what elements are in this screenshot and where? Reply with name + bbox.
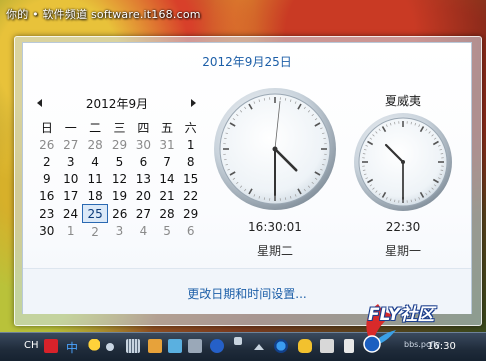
- calendar-day[interactable]: 7: [155, 153, 179, 170]
- weekday-header: 三: [107, 119, 131, 136]
- weekday-header-row: 日一二三四五六: [35, 119, 203, 136]
- calendar-day[interactable]: 21: [155, 187, 179, 205]
- weekday-header: 四: [132, 119, 156, 136]
- soft-keyboard-icon[interactable]: [126, 339, 140, 353]
- calendar-header: 2012年9月: [35, 95, 203, 113]
- calendar-day[interactable]: 28: [83, 136, 108, 153]
- calendar-day[interactable]: 15: [179, 170, 203, 187]
- tray-app-icon[interactable]: [274, 339, 288, 353]
- local-time: 16:30:01: [213, 220, 337, 234]
- calendar-day[interactable]: 27: [59, 136, 83, 153]
- month-title[interactable]: 2012年9月: [57, 95, 177, 112]
- fly-community-url: bbs.pcfly: [404, 340, 440, 349]
- calendar-day[interactable]: 29: [179, 205, 203, 223]
- skin-icon[interactable]: [148, 339, 162, 353]
- calendar-day[interactable]: 11: [83, 170, 108, 187]
- qq-icon[interactable]: [298, 339, 312, 353]
- previous-month-icon[interactable]: [35, 97, 45, 109]
- settings-icon[interactable]: [188, 339, 202, 353]
- weekday-header: 六: [179, 119, 203, 136]
- calendar-day[interactable]: 24: [59, 205, 83, 223]
- weekday-header: 一: [59, 119, 83, 136]
- calendar-week-row: 2345678: [35, 153, 203, 170]
- calendar-day[interactable]: 5: [155, 223, 179, 241]
- additional-clock-weekday: 星期一: [353, 242, 453, 259]
- calendar-day[interactable]: 2: [35, 153, 59, 170]
- calendar-day[interactable]: 18: [83, 187, 108, 205]
- calendar-day[interactable]: 6: [179, 223, 203, 241]
- calendar-day[interactable]: 19: [107, 187, 131, 205]
- calendar-day[interactable]: 22: [179, 187, 203, 205]
- calendar-grid: 日一二三四五六 26272829303112345678910111213141…: [35, 119, 203, 240]
- additional-clock-label: 夏威夷: [353, 92, 453, 109]
- calendar-day[interactable]: 16: [35, 187, 59, 205]
- calendar-week-row: 2627282930311: [35, 136, 203, 153]
- calendar-day[interactable]: 23: [35, 205, 59, 223]
- calendar-day[interactable]: 5: [107, 153, 131, 170]
- calendar-day[interactable]: 17: [59, 187, 83, 205]
- calendar-day-selected[interactable]: 25: [83, 205, 108, 223]
- calendar-day[interactable]: 30: [35, 223, 59, 241]
- weekday-header: 二: [83, 119, 108, 136]
- calendar-day[interactable]: 4: [132, 223, 156, 241]
- weekday-header: 五: [155, 119, 179, 136]
- calendar-week-row: 9101112131415: [35, 170, 203, 187]
- calendar-day[interactable]: 26: [35, 136, 59, 153]
- local-analog-clock: [213, 87, 337, 211]
- moon-icon[interactable]: [86, 339, 100, 353]
- date-time-flyout: 2012年9月25日 2012年9月 日一二三四五六 2627282930311…: [22, 42, 472, 314]
- calendar-day[interactable]: 14: [155, 170, 179, 187]
- tray-icon[interactable]: [320, 339, 334, 353]
- additional-clock-time: 22:30: [353, 220, 453, 234]
- language-indicator[interactable]: CH: [24, 340, 39, 351]
- weekday-header: 日: [35, 119, 59, 136]
- punctuation-icon[interactable]: [106, 343, 114, 351]
- calendar-day[interactable]: 12: [107, 170, 131, 187]
- calendar-day[interactable]: 2: [83, 223, 108, 241]
- calendar-day[interactable]: 13: [132, 170, 156, 187]
- calendar-day[interactable]: 29: [107, 136, 131, 153]
- long-date-link[interactable]: 2012年9月25日: [23, 53, 471, 70]
- show-hidden-icons-icon[interactable]: [254, 344, 264, 350]
- calendar-day[interactable]: 9: [35, 170, 59, 187]
- calendar-day[interactable]: 10: [59, 170, 83, 187]
- calendar-week-row: 30123456: [35, 223, 203, 241]
- restore-icon[interactable]: [234, 337, 242, 345]
- calendar: 2012年9月 日一二三四五六 262728293031123456789101…: [35, 95, 203, 240]
- calendar-day[interactable]: 20: [132, 187, 156, 205]
- fly-community-logo: FLY社区: [368, 300, 434, 325]
- ime-mode-indicator[interactable]: 中: [66, 339, 78, 356]
- action-center-icon[interactable]: [344, 339, 354, 353]
- calendar-day[interactable]: 1: [179, 136, 203, 153]
- calendar-day[interactable]: 27: [132, 205, 156, 223]
- calendar-day[interactable]: 30: [132, 136, 156, 153]
- calendar-day[interactable]: 3: [59, 153, 83, 170]
- next-month-icon[interactable]: [188, 97, 198, 109]
- calendar-day[interactable]: 4: [83, 153, 108, 170]
- calendar-day[interactable]: 28: [155, 205, 179, 223]
- calendar-day[interactable]: 6: [132, 153, 156, 170]
- calendar-day[interactable]: 26: [107, 205, 131, 223]
- site-watermark: 你的 • 软件频道 software.it168.com: [6, 6, 201, 22]
- help-icon[interactable]: [210, 339, 224, 353]
- calendar-day[interactable]: 1: [59, 223, 83, 241]
- toolbox-icon[interactable]: [168, 339, 182, 353]
- calendar-week-row: 16171819202122: [35, 187, 203, 205]
- ime-m-icon[interactable]: [44, 339, 58, 353]
- calendar-day[interactable]: 8: [179, 153, 203, 170]
- clock-center: [273, 147, 278, 152]
- calendar-day[interactable]: 3: [107, 223, 131, 241]
- additional-analog-clock: [353, 112, 453, 212]
- calendar-week-row: 23242526272829: [35, 205, 203, 223]
- local-weekday: 星期二: [213, 242, 337, 259]
- calendar-day[interactable]: 31: [155, 136, 179, 153]
- clock-center: [401, 160, 405, 164]
